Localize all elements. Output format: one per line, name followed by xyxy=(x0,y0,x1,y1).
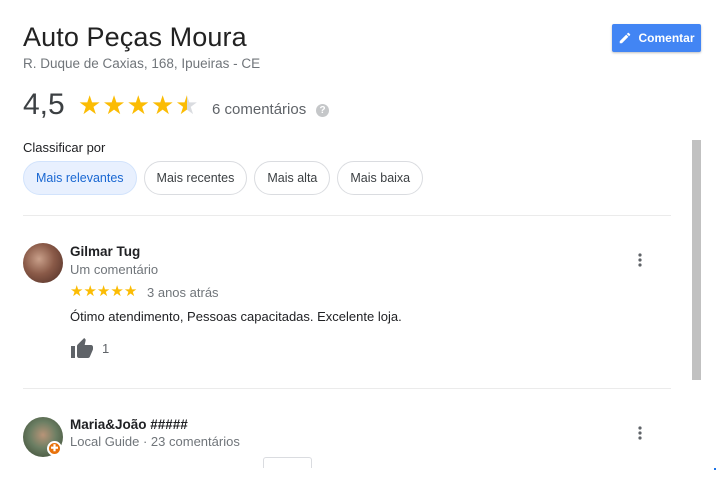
star-icon: ★ xyxy=(102,90,126,120)
review-stars: ★ ★ ★ ★ ★ xyxy=(70,284,137,299)
like-button[interactable]: 1 xyxy=(70,337,109,359)
rating-stars: ★ ★ ★ ★ ★ xyxy=(78,92,199,118)
comment-button[interactable]: Comentar xyxy=(612,24,701,52)
partial-button[interactable] xyxy=(263,457,312,468)
divider xyxy=(23,215,671,216)
rating-value: 4,5 xyxy=(23,88,65,121)
pencil-icon xyxy=(620,32,631,44)
like-count: 1 xyxy=(102,340,110,356)
sort-chip-lowest[interactable]: Mais baixa xyxy=(337,161,424,195)
comment-button-label: Comentar xyxy=(638,31,695,45)
star-icon: ★ xyxy=(175,90,199,120)
review-time: 3 anos atrás xyxy=(147,285,219,300)
review-text: Ótimo atendimento, Pessoas capacitadas. … xyxy=(70,309,402,324)
review-count: 6 comentários xyxy=(212,101,307,118)
reviewer-meta: Local Guide · 23 comentários xyxy=(70,434,240,449)
star-icon: ★ xyxy=(78,90,102,120)
more-vert-icon xyxy=(638,253,642,267)
focus-dot xyxy=(714,468,716,470)
place-address: R. Duque de Caxias, 168, Ipueiras - CE xyxy=(23,56,261,71)
review-menu-button[interactable] xyxy=(630,423,650,443)
star-icon: ★ xyxy=(110,283,124,300)
sort-label: Classificar por xyxy=(23,140,106,155)
star-icon: ★ xyxy=(123,283,138,300)
reviewer-name[interactable]: Maria&João ##### xyxy=(70,417,188,432)
review-menu-button[interactable] xyxy=(630,250,650,270)
sort-chip-recent[interactable]: Mais recentes xyxy=(143,161,248,195)
star-icon: ★ xyxy=(83,283,97,300)
star-icon: ★ xyxy=(150,90,175,120)
help-icon[interactable]: ? xyxy=(316,104,329,117)
more-vert-icon xyxy=(638,426,642,440)
reviewer-name[interactable]: Gilmar Tug xyxy=(70,244,140,259)
scrollbar[interactable] xyxy=(692,140,701,380)
star-icon: ★ xyxy=(126,90,150,120)
sort-chips: Mais relevantes Mais recentes Mais alta … xyxy=(23,161,424,195)
place-title: Auto Peças Moura xyxy=(23,22,247,52)
sort-chip-relevant[interactable]: Mais relevantes xyxy=(23,161,137,195)
star-icon: ★ xyxy=(96,283,111,300)
divider xyxy=(23,388,671,389)
sort-chip-highest[interactable]: Mais alta xyxy=(254,161,331,195)
star-icon: ★ xyxy=(70,283,84,300)
local-guide-badge-icon: ✚ xyxy=(47,441,62,456)
thumbs-up-icon xyxy=(71,338,93,358)
avatar[interactable] xyxy=(23,243,63,283)
reviewer-meta: Um comentário xyxy=(70,262,159,277)
